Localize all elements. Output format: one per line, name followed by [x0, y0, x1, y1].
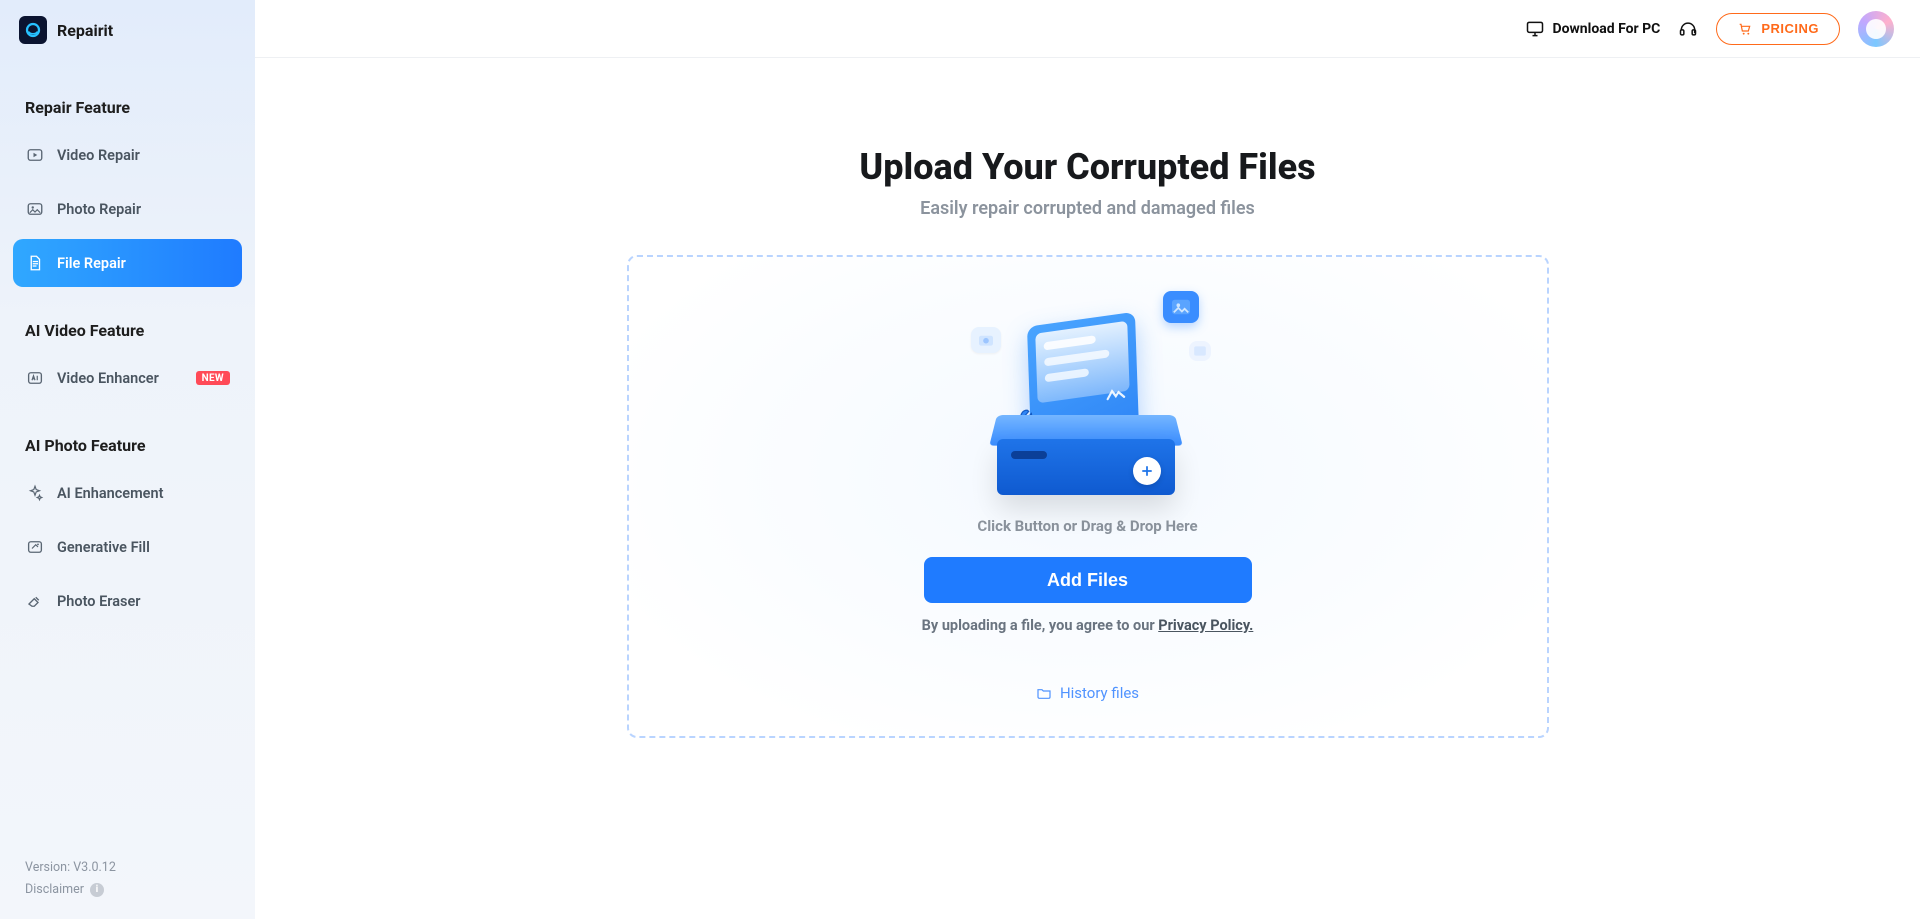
sidebar-item-label: Video Repair — [57, 147, 140, 164]
download-label: Download For PC — [1553, 21, 1661, 37]
dropzone[interactable]: Click Button or Drag & Drop Here Add Fil… — [627, 255, 1549, 738]
sidebar-item-video-enhancer[interactable]: Video Enhancer NEW — [13, 354, 242, 402]
sidebar-item-label: File Repair — [57, 255, 126, 272]
disclaimer-link[interactable]: Disclaimer — [25, 879, 84, 901]
ai-icon — [25, 368, 45, 388]
main: Download For PC PRICING Upload Your Corr… — [255, 0, 1920, 919]
privacy-link[interactable]: Privacy Policy. — [1158, 617, 1253, 634]
thumbnail-icon — [1189, 341, 1211, 361]
picture-icon — [1163, 291, 1199, 323]
add-files-button[interactable]: Add Files — [924, 557, 1252, 603]
play-icon — [25, 145, 45, 165]
dropzone-hint: Click Button or Drag & Drop Here — [977, 517, 1197, 535]
wand-icon — [25, 537, 45, 557]
upload-illustration — [983, 285, 1193, 495]
pricing-label: PRICING — [1761, 21, 1819, 36]
sidebar-item-label: Photo Repair — [57, 201, 141, 218]
history-label: History files — [1060, 684, 1139, 702]
brand-name: Repairit — [57, 21, 113, 40]
version-text: Version: V3.0.12 — [25, 857, 116, 879]
topbar: Download For PC PRICING — [255, 0, 1920, 58]
history-files-link[interactable]: History files — [1036, 684, 1139, 702]
new-badge: NEW — [196, 371, 230, 385]
avatar[interactable] — [1858, 11, 1894, 47]
sidebar-item-label: Generative Fill — [57, 539, 150, 556]
box-icon — [997, 415, 1175, 495]
sparkle-icon — [25, 483, 45, 503]
sidebar-item-generative-fill[interactable]: Generative Fill — [13, 523, 242, 571]
headset-icon[interactable] — [1678, 19, 1698, 39]
section-title-ai-video: AI Video Feature — [13, 287, 242, 348]
camera-icon — [971, 327, 1001, 353]
eraser-icon — [25, 591, 45, 611]
agree-text: By uploading a file, you agree to our Pr… — [922, 617, 1254, 634]
download-for-pc-link[interactable]: Download For PC — [1525, 19, 1661, 39]
section-title-ai-photo: AI Photo Feature — [13, 402, 242, 463]
folder-icon — [1036, 685, 1052, 701]
sidebar-item-label: Photo Eraser — [57, 593, 141, 610]
pricing-button[interactable]: PRICING — [1716, 13, 1840, 45]
hero: Upload Your Corrupted Files Easily repai… — [255, 58, 1920, 219]
sidebar-item-label: AI Enhancement — [57, 485, 163, 502]
sidebar-item-photo-eraser[interactable]: Photo Eraser — [13, 577, 242, 625]
file-icon — [25, 253, 45, 273]
page-subtitle: Easily repair corrupted and damaged file… — [255, 198, 1920, 219]
brand-icon — [19, 16, 47, 44]
sidebar-footer: Version: V3.0.12 Disclaimer i — [25, 857, 116, 901]
sidebar-item-photo-repair[interactable]: Photo Repair — [13, 185, 242, 233]
sidebar-item-file-repair[interactable]: File Repair — [13, 239, 242, 287]
section-title-repair: Repair Feature — [13, 54, 242, 125]
cart-icon — [1737, 21, 1753, 37]
user-icon — [1866, 19, 1886, 39]
page-title: Upload Your Corrupted Files — [255, 146, 1920, 188]
sidebar-item-ai-enhancement[interactable]: AI Enhancement — [13, 469, 242, 517]
plus-icon — [1133, 457, 1161, 485]
brand[interactable]: Repairit — [13, 0, 242, 54]
sidebar: Repairit Repair Feature Video Repair Pho… — [0, 0, 255, 919]
image-icon — [25, 199, 45, 219]
sidebar-item-video-repair[interactable]: Video Repair — [13, 131, 242, 179]
sidebar-item-label: Video Enhancer — [57, 370, 159, 387]
info-icon: i — [90, 883, 104, 897]
monitor-icon — [1525, 19, 1545, 39]
